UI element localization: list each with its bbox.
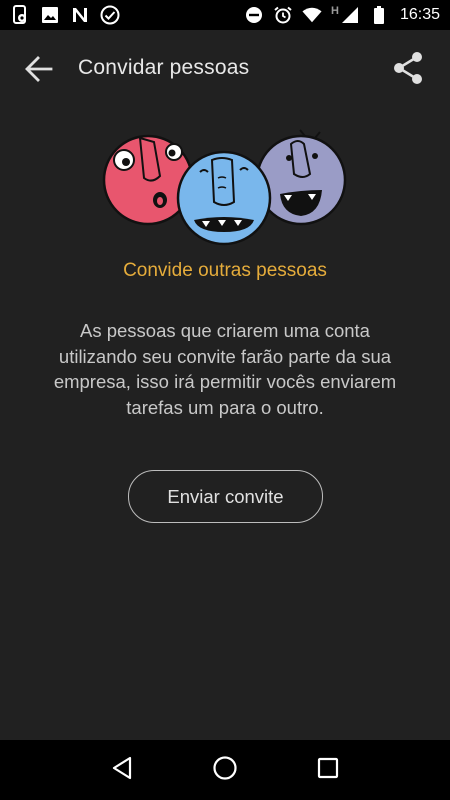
navigation-bar	[0, 740, 450, 800]
check-circle-icon	[100, 5, 120, 25]
send-invite-button[interactable]: Enviar convite	[128, 470, 323, 523]
wifi-icon	[302, 5, 322, 25]
status-bar: H 16:35	[0, 0, 450, 30]
nav-back-button[interactable]	[102, 750, 142, 790]
people-illustration	[100, 128, 350, 250]
share-icon	[392, 51, 424, 90]
status-left-icons	[10, 5, 120, 25]
signal-icon	[340, 5, 360, 25]
arrow-back-icon	[25, 55, 53, 87]
phone-settings-icon	[10, 5, 30, 25]
share-button[interactable]	[390, 51, 426, 90]
status-time: 16:35	[399, 6, 440, 23]
network-type-label: H	[331, 5, 339, 17]
blue-face-image	[176, 150, 272, 246]
invite-description: As pessoas que criarem uma conta utiliza…	[53, 320, 397, 418]
alarm-icon	[273, 5, 293, 25]
invite-headline: Convide outras pessoas	[123, 260, 327, 281]
battery-icon	[369, 5, 389, 25]
page-title: Convidar pessoas	[78, 56, 250, 79]
do-not-disturb-icon	[244, 5, 264, 25]
app-bar: Convidar pessoas	[0, 30, 450, 110]
image-icon	[40, 5, 60, 25]
n-app-icon	[70, 5, 90, 25]
home-circle-icon	[212, 755, 238, 786]
nav-home-button[interactable]	[205, 750, 245, 790]
back-button[interactable]	[22, 54, 56, 88]
nav-recents-button[interactable]	[308, 750, 348, 790]
recents-square-icon	[317, 757, 339, 784]
back-triangle-icon	[111, 756, 133, 785]
purple-face-image	[255, 129, 347, 226]
status-right-icons: H 16:35	[244, 5, 440, 25]
